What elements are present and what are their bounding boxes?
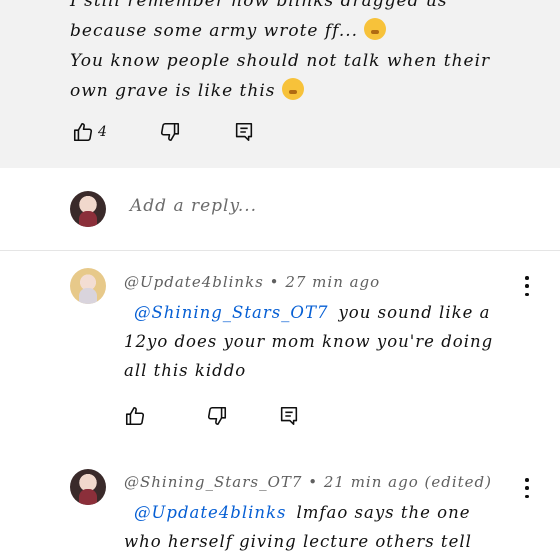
comment-author[interactable]: @Update4blinks (124, 273, 264, 291)
comment-line-2: because some army wrote ff... (70, 21, 359, 41)
like-count: 4 (98, 124, 107, 140)
thumbs-up-icon (125, 406, 145, 426)
comment-item: @Shining_Stars_OT7 • 21 min ago (edited)… (0, 450, 560, 560)
shushing-face-emoji-icon (364, 18, 387, 40)
reply-button[interactable] (278, 405, 300, 427)
reply-input[interactable]: Add a reply... (130, 196, 257, 216)
more-vert-icon[interactable] (524, 276, 530, 296)
comment-line-2: 12yo does your mom know you're doing (124, 332, 494, 351)
comment-meta: @Update4blinks • 27 min ago (124, 273, 380, 291)
comment-line-1: lmfao says the one (296, 503, 471, 522)
comment-line-1: you sound like a (338, 303, 491, 322)
comment-text: @Shining_Stars_OT7 you sound like a 12yo … (124, 298, 524, 385)
comment-actions: 4 (72, 121, 255, 143)
dislike-button[interactable] (159, 121, 181, 143)
comment-time: 21 min ago (edited) (323, 473, 492, 491)
reply-composer: Add a reply... (0, 168, 560, 251)
thumbs-down-icon (207, 406, 227, 426)
meta-separator: • (308, 473, 319, 491)
avatar[interactable] (70, 268, 106, 304)
comment-text: @Update4blinks lmfao says the one who her… (124, 498, 524, 556)
comment-line-4: own grave is like this (70, 81, 276, 101)
dislike-button[interactable] (206, 405, 228, 427)
comment-reply-icon (280, 406, 298, 426)
like-button[interactable]: 4 (72, 121, 107, 143)
comment-meta: @Shining_Stars_OT7 • 21 min ago (edited) (124, 473, 492, 491)
mention-link[interactable]: @Shining_Stars_OT7 (134, 303, 328, 322)
comment-author[interactable]: @Shining_Stars_OT7 (124, 473, 302, 491)
comment-item: @Update4blinks • 27 min ago @Shining_Sta… (0, 250, 560, 450)
highlighted-comment: I still remember how blinks dragged us b… (0, 0, 560, 168)
comment-text: I still remember how blinks dragged us b… (70, 0, 540, 106)
reply-button[interactable] (233, 121, 255, 143)
astonished-face-emoji-icon (281, 78, 304, 100)
thumbs-up-icon (73, 122, 93, 142)
avatar (70, 191, 106, 227)
mention-link[interactable]: @Update4blinks (134, 503, 286, 522)
avatar[interactable] (70, 469, 106, 505)
comment-line-3: You know people should not talk when the… (70, 51, 491, 71)
comment-line-1: I still remember how blinks dragged us (70, 0, 448, 11)
comment-time: 27 min ago (285, 273, 381, 291)
more-vert-icon[interactable] (524, 478, 530, 498)
meta-separator: • (269, 273, 280, 291)
comment-actions (124, 405, 300, 427)
like-button[interactable] (124, 405, 146, 427)
comment-line-3: all this kiddo (124, 361, 247, 380)
thumbs-down-icon (160, 122, 179, 142)
comment-reply-icon (235, 122, 253, 142)
comment-line-2: who herself giving lecture others tell (124, 532, 472, 551)
